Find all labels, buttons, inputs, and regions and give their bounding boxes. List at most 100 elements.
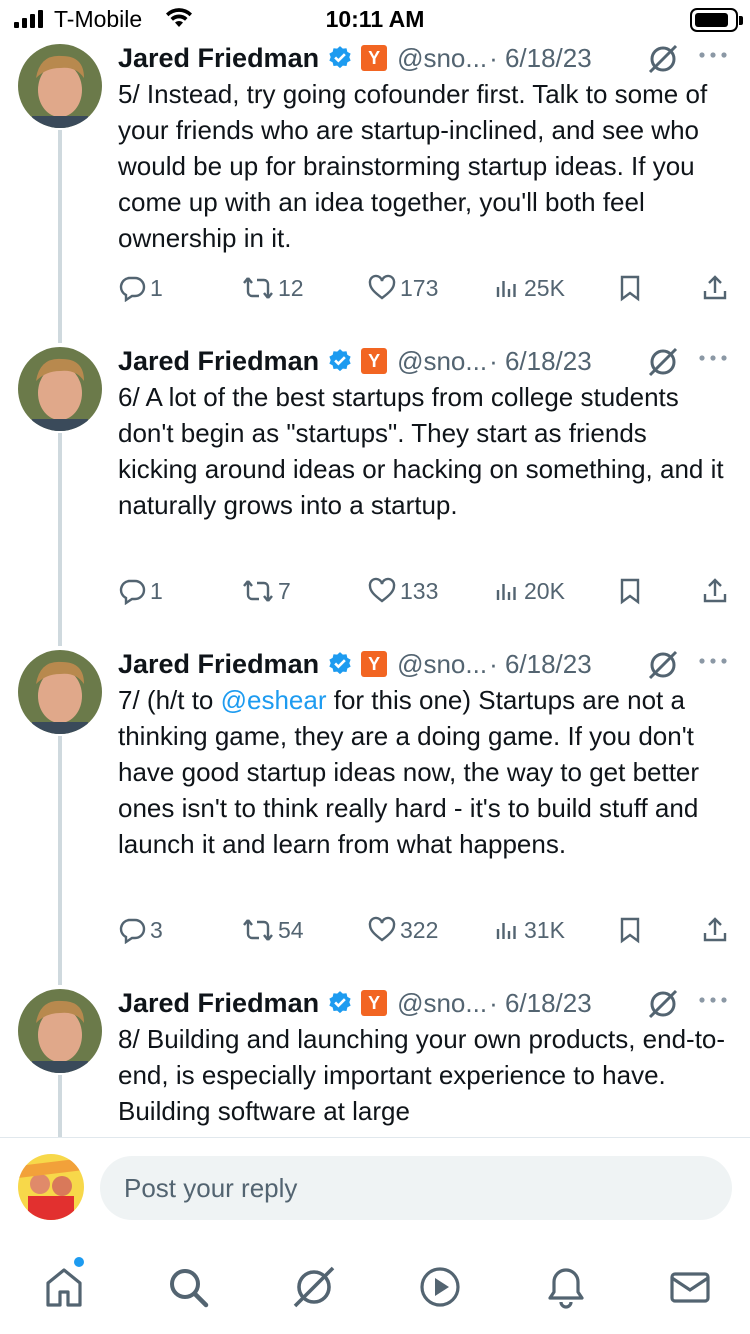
share-button[interactable] — [702, 912, 732, 948]
views-icon — [496, 584, 516, 600]
verified-badge-icon — [329, 46, 351, 69]
author-name[interactable]: Jared Friedman — [118, 346, 319, 377]
thread-line — [58, 433, 62, 646]
view-count: 31K — [524, 916, 565, 943]
like-count: 322 — [400, 916, 439, 943]
tweet[interactable]: Jared Friedman Y @sno... · 6/18/23 5/ In… — [0, 40, 750, 343]
like-button[interactable]: 173 — [368, 270, 438, 306]
avatar[interactable] — [18, 650, 102, 734]
tweet-actions: 1 12 173 25K — [118, 270, 738, 306]
avatar[interactable] — [18, 44, 102, 128]
verified-badge-icon — [329, 349, 351, 372]
reply-button[interactable]: 1 — [118, 573, 163, 609]
tweet-text-part: 7/ (h/t to — [118, 685, 221, 715]
tweet[interactable]: Jared Friedman Y @sno... · 6/18/23 6/ A … — [0, 343, 750, 646]
bookmark-button[interactable] — [618, 912, 646, 948]
tweet-actions: 1 7 133 20K — [118, 573, 738, 609]
mention-link[interactable]: @eshear — [221, 685, 327, 715]
tweet[interactable]: Jared Friedman Y @sno... · 6/18/23 8/ Bu… — [0, 985, 750, 1137]
share-button[interactable] — [702, 573, 732, 609]
share-button[interactable] — [702, 270, 732, 306]
heart-icon — [368, 916, 396, 942]
reply-input[interactable]: Post your reply — [100, 1156, 732, 1220]
reply-icon — [119, 579, 146, 605]
grok-icon — [293, 1266, 335, 1308]
author-name[interactable]: Jared Friedman — [118, 649, 319, 680]
tweet-date: · 6/18/23 — [489, 42, 592, 73]
views-button[interactable]: 31K — [494, 912, 565, 948]
bottom-nav — [0, 1241, 750, 1334]
more-options-icon[interactable] — [698, 656, 728, 666]
author-handle: @sno... — [397, 987, 488, 1018]
share-icon — [703, 917, 727, 942]
author-handle: @sno... — [397, 42, 488, 73]
reply-button[interactable]: 1 — [118, 270, 163, 306]
repost-button[interactable]: 12 — [242, 270, 304, 306]
verified-badge-icon — [329, 652, 351, 675]
bookmark-button[interactable] — [618, 573, 646, 609]
grok-icon[interactable] — [646, 42, 680, 76]
more-options-icon[interactable] — [698, 995, 728, 1005]
reply-composer: Post your reply — [0, 1137, 750, 1241]
avatar[interactable] — [18, 347, 102, 431]
notifications-icon — [548, 1268, 584, 1309]
grok-icon[interactable] — [646, 648, 680, 682]
reply-icon — [119, 276, 146, 302]
views-button[interactable]: 20K — [494, 573, 565, 609]
user-avatar[interactable] — [18, 1154, 84, 1220]
thread-feed[interactable]: Jared Friedman Y @sno... · 6/18/23 5/ In… — [0, 0, 750, 1137]
thread-line — [58, 130, 62, 343]
share-icon — [703, 578, 727, 603]
like-count: 173 — [400, 274, 439, 301]
tweet-actions: 3 54 322 31K — [118, 912, 738, 948]
grok-icon[interactable] — [646, 345, 680, 379]
reply-count: 3 — [150, 916, 163, 943]
messages-icon — [670, 1272, 710, 1303]
nav-notifications[interactable] — [540, 1261, 592, 1313]
grok-icon[interactable] — [646, 987, 680, 1021]
like-button[interactable]: 133 — [368, 573, 438, 609]
view-count: 20K — [524, 577, 565, 604]
tweet[interactable]: Jared Friedman Y @sno... · 6/18/23 7/ (h… — [0, 646, 750, 985]
repost-count: 54 — [278, 916, 304, 943]
views-button[interactable]: 25K — [494, 270, 565, 306]
tweet-text: 5/ Instead, try going cofounder first. T… — [118, 79, 708, 253]
more-options-icon[interactable] — [698, 353, 728, 363]
views-icon — [496, 281, 516, 297]
reply-button[interactable]: 3 — [118, 912, 163, 948]
repost-count: 7 — [278, 577, 291, 604]
heart-icon — [368, 577, 396, 603]
avatar[interactable] — [18, 989, 102, 1073]
nav-search[interactable] — [162, 1261, 214, 1313]
repost-button[interactable]: 54 — [242, 912, 304, 948]
heart-icon — [368, 274, 396, 300]
author-name[interactable]: Jared Friedman — [118, 43, 319, 74]
tweet-text: 6/ A lot of the best startups from colle… — [118, 382, 724, 520]
more-options-icon[interactable] — [698, 50, 728, 60]
yc-affiliate-badge: Y — [361, 348, 388, 374]
tweet-header: Jared Friedman Y @sno... · 6/18/23 — [118, 40, 738, 76]
repost-icon — [243, 919, 273, 941]
tweet-header: Jared Friedman Y @sno... · 6/18/23 — [118, 343, 738, 379]
repost-icon — [243, 277, 273, 299]
verified-badge-icon — [329, 991, 351, 1014]
views-icon — [496, 923, 516, 939]
thread-line — [58, 1075, 62, 1137]
bookmark-icon — [620, 275, 640, 302]
tweet-header: Jared Friedman Y @sno... · 6/18/23 — [118, 646, 738, 682]
nav-home[interactable] — [38, 1261, 90, 1313]
nav-messages[interactable] — [664, 1261, 716, 1313]
tweet-text: 7/ (h/t to @eshear for this one) Startup… — [118, 682, 728, 862]
video-icon — [420, 1267, 460, 1307]
thread-line — [58, 736, 62, 985]
search-icon — [170, 1269, 209, 1308]
home-icon — [46, 1268, 82, 1307]
repost-button[interactable]: 7 — [242, 573, 291, 609]
author-name[interactable]: Jared Friedman — [118, 988, 319, 1019]
nav-video[interactable] — [414, 1261, 466, 1313]
nav-grok[interactable] — [288, 1261, 340, 1313]
tweet-text: 8/ Building and launching your own produ… — [118, 1024, 726, 1126]
like-button[interactable]: 322 — [368, 912, 438, 948]
bookmark-button[interactable] — [618, 270, 646, 306]
repost-icon — [243, 580, 273, 602]
